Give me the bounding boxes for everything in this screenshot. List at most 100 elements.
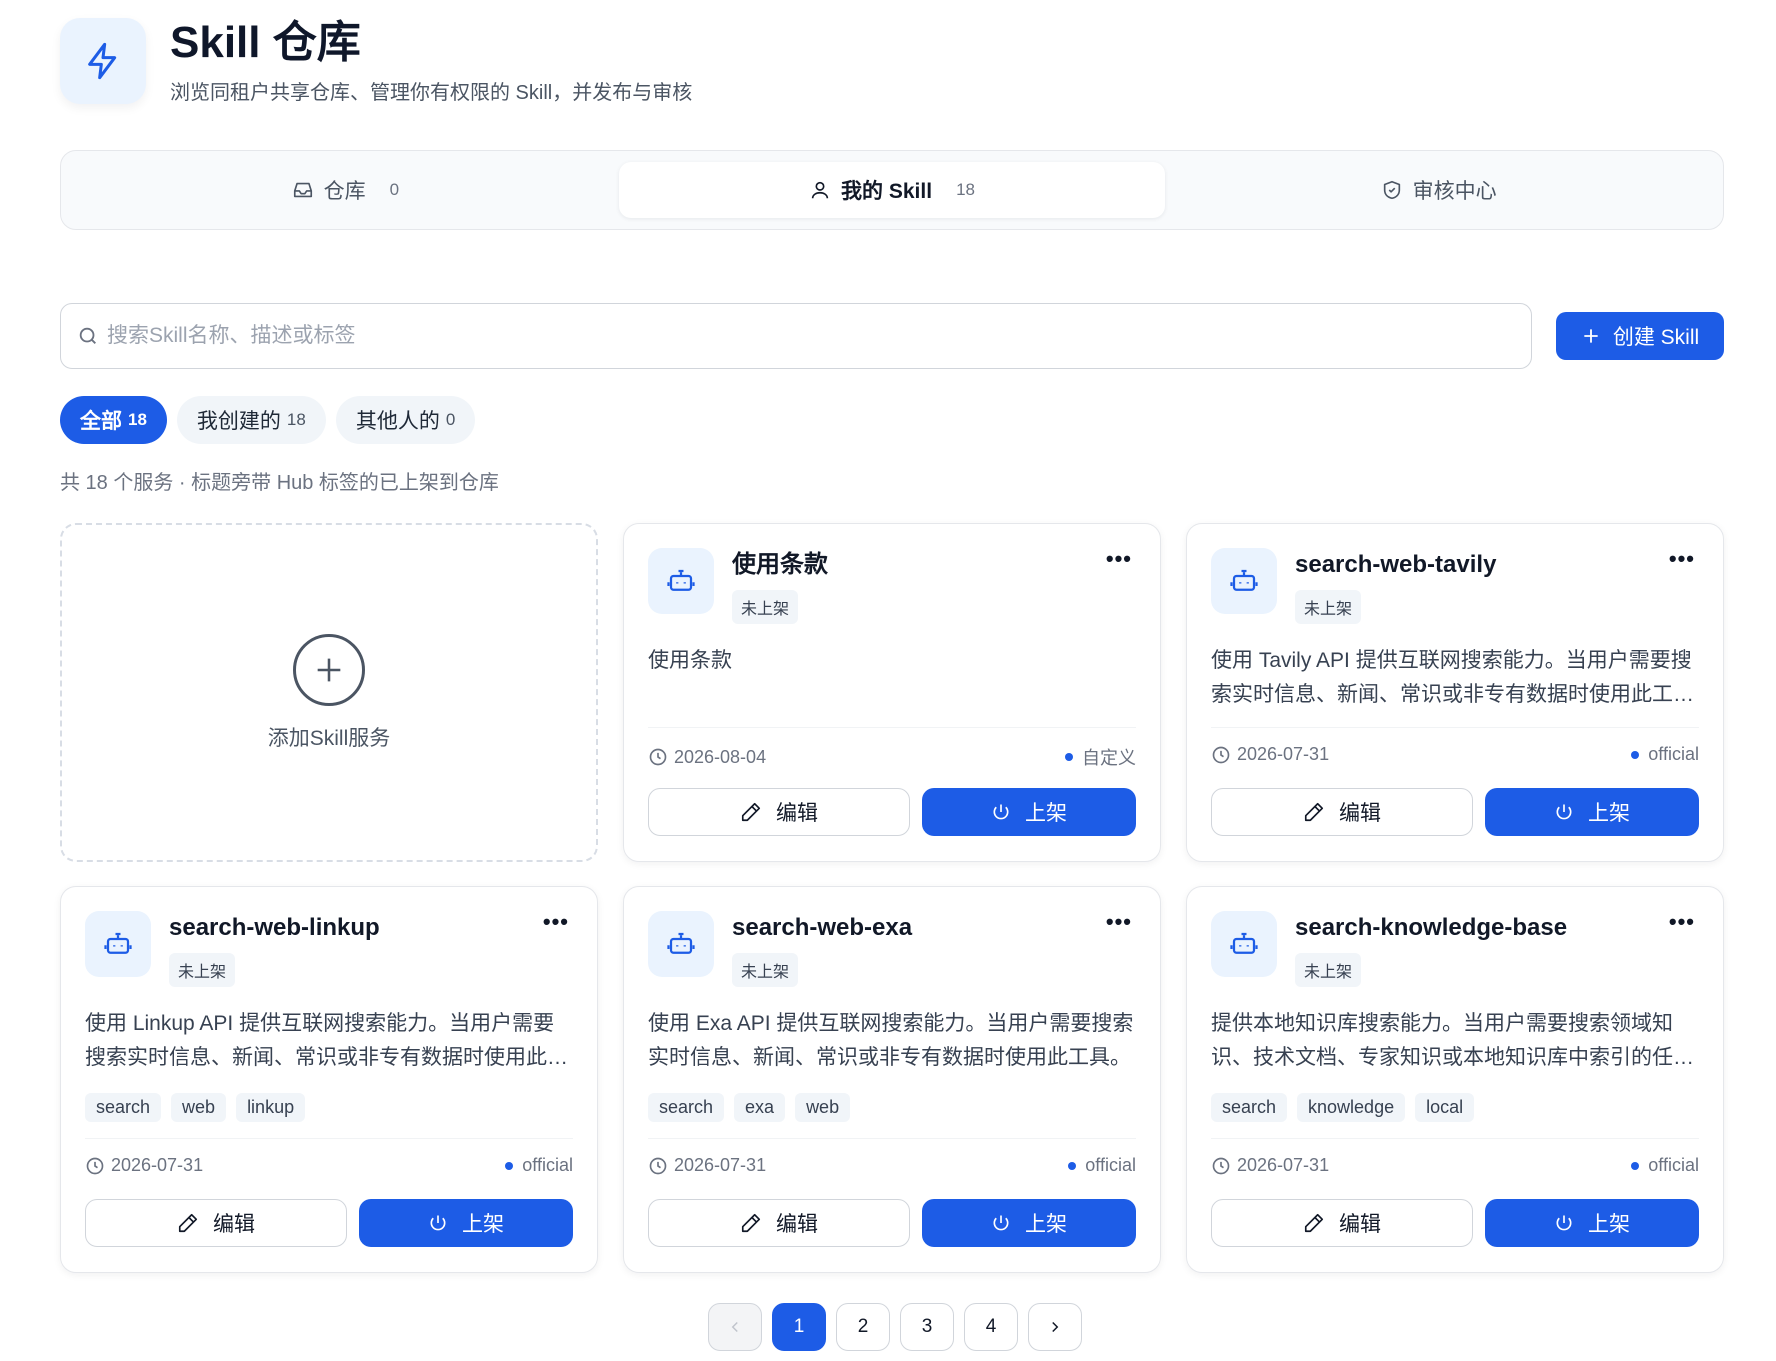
publish-button[interactable]: 上架 <box>922 1199 1136 1247</box>
tag-list: search exa web <box>648 1093 1136 1122</box>
inbox-icon <box>293 182 312 198</box>
publish-button[interactable]: 上架 <box>922 788 1136 836</box>
add-skill-card[interactable]: 添加Skill服务 <box>60 523 598 862</box>
search-box <box>60 303 1532 369</box>
power-icon <box>991 1213 1011 1233</box>
skill-repo-page: Skill 仓库 浏览同租户共享仓库、管理你有权限的 Skill，并发布与审核 … <box>60 18 1724 1273</box>
tab-repository[interactable]: 仓库 0 <box>72 162 619 218</box>
skill-date: 2026-07-31 <box>1237 1155 1330 1175</box>
page-header: Skill 仓库 浏览同租户共享仓库、管理你有权限的 Skill，并发布与审核 <box>60 18 1724 104</box>
prev-page-button[interactable] <box>708 1303 762 1351</box>
edit-button[interactable]: 编辑 <box>648 788 910 836</box>
skill-source: official <box>522 1155 573 1175</box>
publish-button[interactable]: 上架 <box>1485 1199 1699 1247</box>
source-dot <box>1631 1161 1640 1170</box>
edit-label: 编辑 <box>1339 1213 1381 1236</box>
edit-button[interactable]: 编辑 <box>1211 788 1473 836</box>
publish-button[interactable]: 上架 <box>1485 788 1699 836</box>
page-button[interactable]: 1 <box>772 1303 826 1351</box>
robot-icon <box>1211 548 1277 614</box>
tag: search <box>85 1093 162 1122</box>
card-actions: 编辑 上架 <box>648 788 1136 836</box>
source-dot <box>505 1161 514 1170</box>
skill-source: official <box>1648 744 1699 764</box>
skill-source: official <box>1648 1155 1699 1175</box>
plus-circle-icon <box>293 633 365 706</box>
publish-label: 上架 <box>1588 1213 1630 1236</box>
card-actions: 编辑 上架 <box>1211 1199 1699 1247</box>
status-badge: 未上架 <box>1295 953 1362 987</box>
skill-date: 2026-08-04 <box>674 746 767 767</box>
source-dot <box>1068 1161 1077 1170</box>
filter-count: 0 <box>445 410 456 429</box>
edit-button[interactable]: 编辑 <box>648 1199 910 1247</box>
tab-count: 0 <box>389 180 400 199</box>
page-button[interactable]: 4 <box>964 1303 1018 1351</box>
pencil-icon <box>1303 801 1325 823</box>
create-skill-button[interactable]: 创建 Skill <box>1556 312 1724 360</box>
tag: local <box>1415 1093 1475 1122</box>
edit-button[interactable]: 编辑 <box>1211 1199 1473 1247</box>
more-options-icon[interactable]: ••• <box>1106 548 1132 570</box>
page-button[interactable]: 3 <box>900 1303 954 1351</box>
publish-label: 上架 <box>1025 802 1067 825</box>
card-meta: 2026-07-31 official <box>85 1138 573 1176</box>
skill-card[interactable]: search-web-linkup 未上架 ••• 使用 Linkup API 提供互… <box>60 886 598 1273</box>
skill-card[interactable]: search-web-tavily 未上架 ••• 使用 Tavily API 提供互… <box>1186 523 1724 862</box>
plus-icon <box>1584 329 1598 343</box>
edit-label: 编辑 <box>1339 802 1381 825</box>
robot-icon <box>85 911 151 977</box>
clock-icon <box>1211 1156 1231 1176</box>
filter-label: 我创建的 <box>196 410 281 433</box>
card-meta: 2026-07-31 official <box>1211 727 1699 765</box>
lightning-icon <box>60 18 146 104</box>
skill-date: 2026-07-31 <box>1237 744 1330 764</box>
pencil-icon <box>1303 1212 1325 1234</box>
filter-all[interactable]: 全部 18 <box>60 396 167 444</box>
edit-label: 编辑 <box>776 802 818 825</box>
more-options-icon[interactable]: ••• <box>1669 548 1695 570</box>
skill-card[interactable]: search-web-exa 未上架 ••• 使用 Exa API 提供互联网搜索能力… <box>623 886 1161 1273</box>
tag: search <box>648 1093 725 1122</box>
filter-pills: 全部 18 我创建的 18 其他人的 0 <box>60 396 1724 444</box>
edit-button[interactable]: 编辑 <box>85 1199 347 1247</box>
filter-label: 全部 <box>80 410 122 433</box>
tab-review-center[interactable]: 审核中心 <box>1165 162 1712 218</box>
skill-description: 使用 Tavily API 提供互联网搜索能力。当用户需要搜索实时信息、新闻、常… <box>1211 649 1692 706</box>
page-button[interactable]: 2 <box>836 1303 890 1351</box>
result-summary: 共 18 个服务 · 标题旁带 Hub 标签的已上架到仓库 <box>60 472 499 494</box>
source-dot <box>1631 750 1640 759</box>
source-dot <box>1065 753 1073 761</box>
skill-description: 使用条款 <box>648 649 732 672</box>
card-actions: 编辑 上架 <box>85 1199 573 1247</box>
status-badge: 未上架 <box>169 953 236 987</box>
tab-label: 我的 Skill <box>841 180 933 203</box>
shield-check-icon <box>1383 180 1400 200</box>
publish-label: 上架 <box>1025 1213 1067 1236</box>
skill-card[interactable]: 使用条款 未上架 ••• 使用条款 2026-08-04 自定义 编辑 上架 <box>623 523 1161 862</box>
skill-source: official <box>1085 1155 1136 1175</box>
publish-button[interactable]: 上架 <box>359 1199 573 1247</box>
filter-count: 18 <box>286 410 306 429</box>
more-options-icon[interactable]: ••• <box>543 911 569 933</box>
skill-name: search-knowledge-base <box>1295 914 1568 941</box>
tab-label: 仓库 <box>323 180 366 203</box>
filter-others[interactable]: 其他人的 0 <box>335 396 476 444</box>
more-options-icon[interactable]: ••• <box>1669 911 1695 933</box>
skill-name: search-web-exa <box>732 914 913 941</box>
card-meta: 2026-08-04 自定义 <box>648 727 1136 770</box>
tab-my-skill[interactable]: 我的 Skill 18 <box>618 162 1166 218</box>
next-page-button[interactable] <box>1028 1303 1082 1351</box>
status-badge: 未上架 <box>1295 590 1362 624</box>
page-title: Skill 仓库 <box>170 17 361 67</box>
card-meta: 2026-07-31 official <box>1211 1138 1699 1176</box>
card-actions: 编辑 上架 <box>1211 788 1699 836</box>
search-input[interactable] <box>107 324 1515 348</box>
chevron-left-icon <box>731 1321 738 1333</box>
skill-name: search-web-linkup <box>169 914 380 941</box>
clock-icon <box>648 747 668 767</box>
filter-created-by-me[interactable]: 我创建的 18 <box>176 396 326 444</box>
more-options-icon[interactable]: ••• <box>1106 911 1132 933</box>
skill-card[interactable]: search-knowledge-base 未上架 ••• 提供本地知识库搜索能力。当… <box>1186 886 1724 1273</box>
skill-description: 使用 Exa API 提供互联网搜索能力。当用户需要搜索实时信息、新闻、常识或非… <box>648 1012 1134 1069</box>
